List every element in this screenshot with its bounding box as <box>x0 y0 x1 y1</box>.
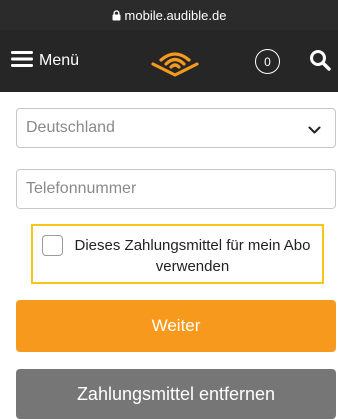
use-for-subscription-option[interactable]: Dieses Zahlungsmittel für mein Abo verwe… <box>31 224 324 284</box>
remove-payment-method-button[interactable]: Zahlungsmittel entfernen <box>16 369 336 419</box>
lock-icon <box>112 9 121 21</box>
use-for-subscription-label: Dieses Zahlungsmittel für mein Abo verwe… <box>74 237 311 275</box>
chevron-down-icon <box>308 122 321 140</box>
use-for-subscription-checkbox[interactable] <box>42 235 63 256</box>
country-select-value: Deutschland <box>26 119 115 136</box>
continue-button-label: Weiter <box>151 316 201 335</box>
phone-number-input[interactable] <box>26 170 335 208</box>
hamburger-icon <box>11 50 33 73</box>
browser-url-bar[interactable]: mobile.audible.de <box>0 0 338 30</box>
url-text: mobile.audible.de <box>124 7 227 23</box>
site-header: Menü 0 <box>0 30 338 92</box>
menu-label: Menü <box>39 52 80 69</box>
audible-logo-icon[interactable] <box>150 47 200 82</box>
menu-button[interactable]: Menü <box>11 48 79 74</box>
cart-count: 0 <box>264 54 271 69</box>
cart-button[interactable]: 0 <box>255 49 280 74</box>
country-select[interactable]: Deutschland <box>16 108 336 148</box>
search-icon[interactable] <box>309 49 331 76</box>
phone-number-field <box>16 169 336 209</box>
remove-payment-method-label: Zahlungsmittel entfernen <box>76 383 276 404</box>
continue-button[interactable]: Weiter <box>16 300 336 352</box>
